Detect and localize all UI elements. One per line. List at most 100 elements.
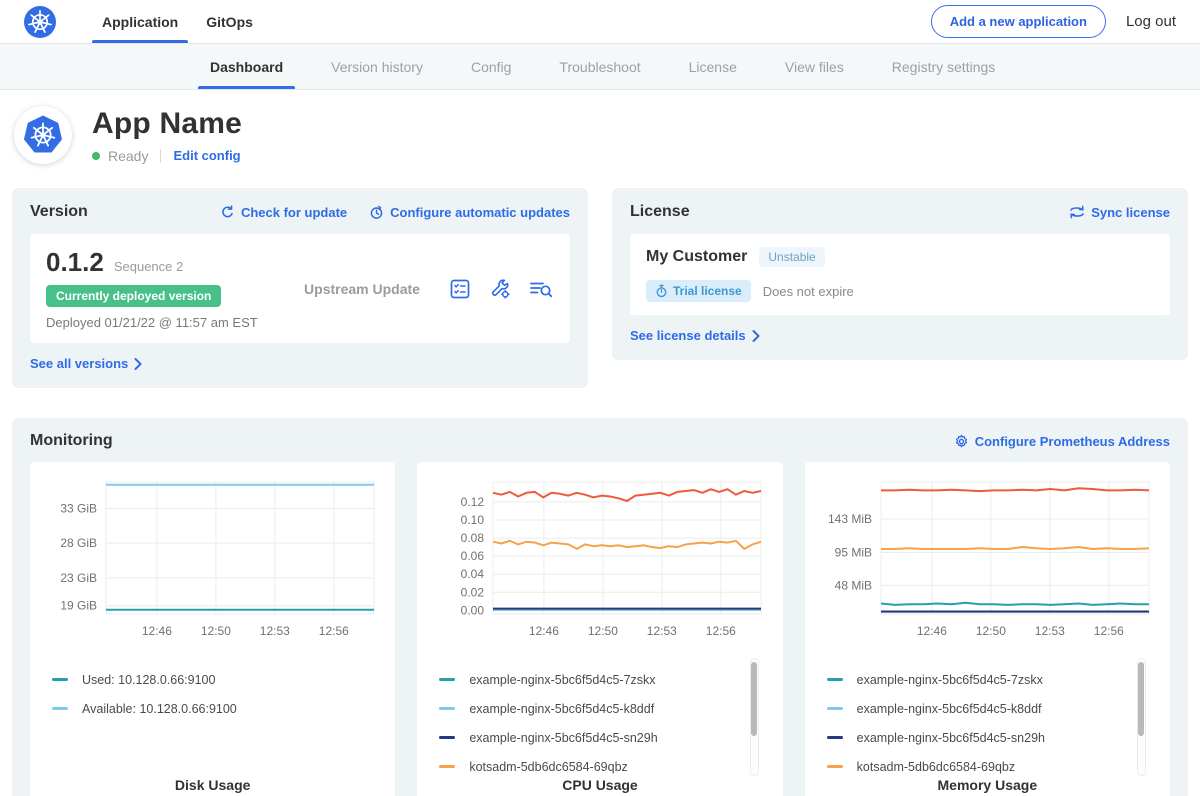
ready-status-dot	[92, 152, 100, 160]
tab-config[interactable]: Config	[447, 44, 535, 89]
sync-license-link[interactable]: Sync license	[1069, 205, 1170, 220]
legend-color-dash	[827, 736, 843, 739]
preflight-checks-icon[interactable]	[448, 277, 472, 301]
logout-button[interactable]: Log out	[1126, 13, 1176, 30]
legend-color-dash	[52, 678, 68, 681]
legend-item: Used: 10.128.0.66:9100	[52, 665, 381, 694]
legend-scrollbar[interactable]	[1137, 658, 1146, 776]
cpu-usage-legend: example-nginx-5bc6f5d4c5-7zskx example-ng…	[439, 665, 768, 781]
svg-text:0.08: 0.08	[461, 531, 485, 545]
update-schedule-icon	[369, 205, 384, 220]
customer-name: My Customer	[646, 248, 747, 266]
license-card-title: License	[630, 203, 690, 221]
legend-label: example-nginx-5bc6f5d4c5-7zskx	[469, 673, 655, 687]
cpu-usage-chart: 0.000.020.040.060.080.100.1212:4612:5012…	[431, 474, 767, 644]
check-for-update-link[interactable]: Check for update	[220, 205, 347, 220]
legend-label: example-nginx-5bc6f5d4c5-7zskx	[857, 673, 1043, 687]
refresh-icon	[220, 205, 235, 220]
memory-usage-chart-card: 48 MiB95 MiB143 MiB12:4612:5012:5312:56 …	[805, 462, 1170, 796]
legend-color-dash	[827, 678, 843, 681]
svg-text:12:46: 12:46	[917, 624, 947, 638]
legend-item: example-nginx-5bc6f5d4c5-sn29h	[439, 723, 768, 752]
svg-text:0.00: 0.00	[461, 603, 485, 617]
svg-text:28 GiB: 28 GiB	[60, 536, 97, 550]
disk-usage-legend: Used: 10.128.0.66:9100Available: 10.128.…	[52, 665, 381, 723]
version-number: 0.1.2	[46, 247, 104, 278]
version-card-title: Version	[30, 203, 88, 221]
disk-usage-chart: 19 GiB23 GiB28 GiB33 GiB12:4612:5012:531…	[44, 474, 380, 644]
kubernetes-logo-icon	[24, 6, 56, 38]
nav-item-gitops[interactable]: GitOps	[192, 0, 267, 43]
legend-item: example-nginx-5bc6f5d4c5-k8ddf	[827, 694, 1156, 723]
svg-text:12:56: 12:56	[1093, 624, 1123, 638]
chart-title: Memory Usage	[805, 777, 1170, 793]
see-all-versions-link[interactable]: See all versions	[30, 356, 142, 371]
svg-text:0.10: 0.10	[461, 513, 485, 527]
add-new-application-button[interactable]: Add a new application	[931, 5, 1106, 38]
divider	[160, 149, 161, 163]
svg-text:48 MiB: 48 MiB	[834, 578, 871, 592]
legend-scrollbar[interactable]	[750, 658, 759, 776]
version-sequence: Sequence 2	[114, 259, 183, 274]
top-nav: ApplicationGitOps Add a new application …	[0, 0, 1200, 44]
legend-item: Available: 10.128.0.66:9100	[52, 694, 381, 723]
edit-config-link[interactable]: Edit config	[173, 148, 240, 163]
page-title: App Name	[92, 107, 242, 141]
legend-item: example-nginx-5bc6f5d4c5-7zskx	[827, 665, 1156, 694]
tab-dashboard[interactable]: Dashboard	[186, 44, 307, 89]
legend-color-dash	[439, 678, 455, 681]
tab-view-files[interactable]: View files	[761, 44, 868, 89]
legend-color-dash	[827, 707, 843, 710]
channel-badge: Unstable	[759, 247, 824, 267]
tab-registry-settings[interactable]: Registry settings	[868, 44, 1019, 89]
chart-title: CPU Usage	[417, 777, 782, 793]
legend-scrollbar-thumb[interactable]	[1138, 662, 1144, 736]
chevron-right-icon	[752, 330, 760, 342]
deployed-timestamp: Deployed 01/21/22 @ 11:57 am EST	[46, 315, 276, 330]
legend-scrollbar-thumb[interactable]	[751, 662, 757, 736]
version-card: Version Check for update	[12, 188, 588, 388]
nav-item-application[interactable]: Application	[88, 0, 192, 43]
svg-text:143 MiB: 143 MiB	[828, 512, 872, 526]
edit-config-wrench-icon[interactable]	[488, 277, 512, 301]
legend-item: example-nginx-5bc6f5d4c5-7zskx	[439, 665, 768, 694]
trial-license-badge: Trial license	[646, 280, 751, 302]
app-tab-bar: DashboardVersion historyConfigTroublesho…	[0, 44, 1200, 90]
svg-text:12:46: 12:46	[142, 624, 172, 638]
legend-item: example-nginx-5bc6f5d4c5-k8ddf	[439, 694, 768, 723]
upstream-update-label: Upstream Update	[276, 281, 448, 297]
monitoring-title: Monitoring	[30, 432, 113, 450]
memory-usage-legend: example-nginx-5bc6f5d4c5-7zskx example-ng…	[827, 665, 1156, 781]
app-kubernetes-icon	[14, 106, 72, 164]
cpu-usage-chart-card: 0.000.020.040.060.080.100.1212:4612:5012…	[417, 462, 782, 796]
svg-text:23 GiB: 23 GiB	[60, 571, 97, 585]
disk-usage-chart-card: 19 GiB23 GiB28 GiB33 GiB12:4612:5012:531…	[30, 462, 395, 796]
svg-text:12:53: 12:53	[1034, 624, 1064, 638]
legend-label: example-nginx-5bc6f5d4c5-sn29h	[469, 731, 657, 745]
legend-label: example-nginx-5bc6f5d4c5-sn29h	[857, 731, 1045, 745]
tab-license[interactable]: License	[665, 44, 761, 89]
tab-troubleshoot[interactable]: Troubleshoot	[535, 44, 664, 89]
legend-color-dash	[439, 765, 455, 768]
legend-color-dash	[439, 707, 455, 710]
svg-text:0.06: 0.06	[461, 549, 485, 563]
legend-item: example-nginx-5bc6f5d4c5-sn29h	[827, 723, 1156, 752]
configure-prometheus-link[interactable]: Configure Prometheus Address	[954, 434, 1170, 449]
chevron-right-icon	[134, 358, 142, 370]
license-expiry: Does not expire	[763, 284, 854, 299]
svg-text:12:56: 12:56	[319, 624, 349, 638]
legend-label: example-nginx-5bc6f5d4c5-k8ddf	[469, 702, 654, 716]
see-license-details-link[interactable]: See license details	[630, 328, 760, 343]
legend-label: kotsadm-5db6dc6584-69qbz	[857, 760, 1015, 774]
sync-icon	[1069, 205, 1085, 219]
svg-text:0.12: 0.12	[461, 495, 485, 509]
tab-version-history[interactable]: Version history	[307, 44, 447, 89]
svg-text:12:56: 12:56	[706, 624, 736, 638]
view-diff-icon[interactable]	[528, 277, 554, 301]
svg-text:95 MiB: 95 MiB	[834, 546, 871, 560]
configure-automatic-updates-link[interactable]: Configure automatic updates	[369, 205, 570, 220]
svg-text:12:50: 12:50	[588, 624, 618, 638]
svg-text:19 GiB: 19 GiB	[60, 599, 97, 613]
ready-status-label: Ready	[108, 148, 148, 164]
legend-color-dash	[827, 765, 843, 768]
